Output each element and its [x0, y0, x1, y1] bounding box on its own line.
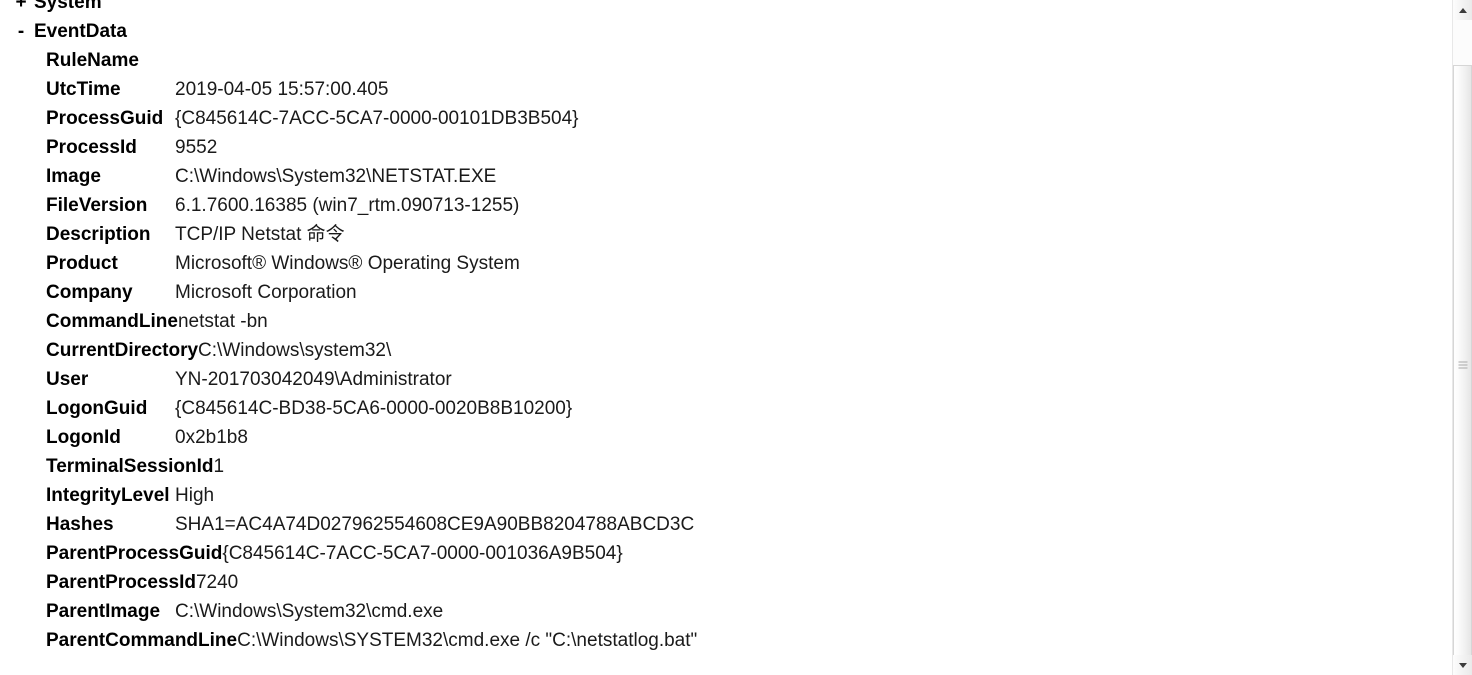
- collapse-toggle-icon[interactable]: -: [12, 17, 30, 46]
- event-data-value: 6.1.7600.16385 (win7_rtm.090713-1255): [175, 195, 520, 216]
- event-data-value: {C845614C-7ACC-5CA7-0000-001036A9B504}: [222, 543, 623, 564]
- event-data-key: Description: [46, 224, 151, 245]
- event-data-row[interactable]: Image C:\Windows\System32\NETSTAT.EXE: [0, 162, 1452, 191]
- tree-node-system[interactable]: + System: [0, 0, 1452, 17]
- event-data-value: C:\Windows\System32\cmd.exe: [175, 601, 444, 622]
- event-data-key: IntegrityLevel: [46, 485, 170, 506]
- scrollbar-track[interactable]: [1453, 20, 1472, 665]
- event-data-row[interactable]: LogonGuid {C845614C-BD38-5CA6-0000-0020B8…: [0, 394, 1452, 423]
- event-data-value: {C845614C-BD38-5CA6-0000-0020B8B10200}: [175, 398, 573, 419]
- event-data-value: 9552: [175, 137, 218, 158]
- scrollbar-thumb[interactable]: [1453, 65, 1472, 665]
- event-data-key: CurrentDirectory: [46, 340, 199, 361]
- event-data-value: TCP/IP Netstat 命令: [175, 224, 345, 245]
- event-data-key: ParentCommandLine: [46, 630, 238, 651]
- event-data-key: LogonGuid: [46, 398, 148, 419]
- event-tree: + System - EventData: [0, 0, 1452, 46]
- event-data-key: ParentImage: [46, 601, 161, 622]
- event-data-row[interactable]: CurrentDirectory C:\Windows\system32\: [0, 336, 1452, 365]
- event-data-key: Image: [46, 166, 101, 187]
- event-data-value: {C845614C-7ACC-5CA7-0000-00101DB3B504}: [175, 108, 579, 129]
- event-data-value: 0x2b1b8: [175, 427, 248, 448]
- event-data-value: SHA1=AC4A74D027962554608CE9A90BB8204788A…: [175, 514, 695, 535]
- event-data-row[interactable]: TerminalSessionId 1: [0, 452, 1452, 481]
- event-data-key: Company: [46, 282, 133, 303]
- tree-node-label: EventData: [34, 21, 127, 42]
- event-data-value: netstat -bn: [177, 311, 268, 332]
- event-data-row[interactable]: ParentImage C:\Windows\System32\cmd.exe: [0, 597, 1452, 626]
- event-data-key: UtcTime: [46, 79, 121, 100]
- event-data-key: FileVersion: [46, 195, 148, 216]
- event-data-row[interactable]: RuleName: [0, 46, 1452, 75]
- event-data-value: C:\Windows\SYSTEM32\cmd.exe /c "C:\netst…: [237, 630, 698, 651]
- event-data-value: 1: [213, 456, 225, 477]
- event-data-row[interactable]: Company Microsoft Corporation: [0, 278, 1452, 307]
- event-detail-pane[interactable]: + System - EventData RuleName UtcTime 2019-04…: [0, 0, 1452, 675]
- event-data-key: LogonId: [46, 427, 121, 448]
- event-data-key: ParentProcessId: [46, 572, 196, 593]
- event-data-table: RuleName UtcTime 2019-04-05 15:57:00.405 Pr…: [0, 46, 1452, 655]
- event-data-key: CommandLine: [46, 311, 178, 332]
- scroll-down-button[interactable]: [1453, 655, 1472, 675]
- event-data-row[interactable]: FileVersion 6.1.7600.16385 (win7_rtm.0907…: [0, 191, 1452, 220]
- event-data-value: 7240: [195, 572, 239, 593]
- tree-node-eventdata[interactable]: - EventData: [0, 17, 1452, 46]
- event-data-row[interactable]: ParentProcessId 7240: [0, 568, 1452, 597]
- event-data-row[interactable]: CommandLine netstat -bn: [0, 307, 1452, 336]
- scroll-down-arrow-icon: [1458, 662, 1467, 668]
- event-data-row[interactable]: ParentCommandLine C:\Windows\SYSTEM32\cmd…: [0, 626, 1452, 655]
- event-detail-content: + System - EventData RuleName UtcTime 2019-04…: [0, 0, 1452, 655]
- event-data-row[interactable]: ParentProcessGuid {C845614C-7ACC-5CA7-000…: [0, 539, 1452, 568]
- event-data-key: ProcessGuid: [46, 108, 164, 129]
- scrollbar-grip-icon: [1458, 360, 1467, 371]
- event-data-key: ParentProcessGuid: [46, 543, 223, 564]
- event-data-row[interactable]: Hashes SHA1=AC4A74D027962554608CE9A90BB82…: [0, 510, 1452, 539]
- event-data-value: C:\Windows\system32\: [198, 340, 392, 361]
- event-data-value: 2019-04-05 15:57:00.405: [175, 79, 389, 100]
- tree-node-label: System: [34, 0, 102, 13]
- event-data-value: Microsoft® Windows® Operating System: [175, 253, 520, 274]
- event-data-key: Product: [46, 253, 118, 274]
- event-data-key: User: [46, 369, 89, 390]
- event-data-row[interactable]: IntegrityLevel High: [0, 481, 1452, 510]
- event-data-row[interactable]: Product Microsoft® Windows® Operating Sys…: [0, 249, 1452, 278]
- event-data-row[interactable]: Description TCP/IP Netstat 命令: [0, 220, 1452, 249]
- event-data-row[interactable]: UtcTime 2019-04-05 15:57:00.405: [0, 75, 1452, 104]
- vertical-scrollbar[interactable]: [1452, 0, 1472, 675]
- event-data-value: High: [175, 485, 215, 506]
- event-data-row[interactable]: ProcessGuid {C845614C-7ACC-5CA7-0000-0010…: [0, 104, 1452, 133]
- event-data-key: ProcessId: [46, 137, 137, 158]
- scroll-up-arrow-icon: [1458, 7, 1467, 13]
- event-data-value: C:\Windows\System32\NETSTAT.EXE: [175, 166, 497, 187]
- event-data-key: RuleName: [46, 50, 139, 71]
- event-data-value: YN-201703042049\Administrator: [175, 369, 452, 390]
- event-data-value: Microsoft Corporation: [175, 282, 357, 303]
- expand-toggle-icon[interactable]: +: [12, 0, 30, 17]
- event-data-key: TerminalSessionId: [46, 456, 214, 477]
- event-data-row[interactable]: ProcessId 9552: [0, 133, 1452, 162]
- event-data-row[interactable]: User YN-201703042049\Administrator: [0, 365, 1452, 394]
- scroll-up-button[interactable]: [1453, 0, 1472, 20]
- event-data-row[interactable]: LogonId 0x2b1b8: [0, 423, 1452, 452]
- event-data-key: Hashes: [46, 514, 114, 535]
